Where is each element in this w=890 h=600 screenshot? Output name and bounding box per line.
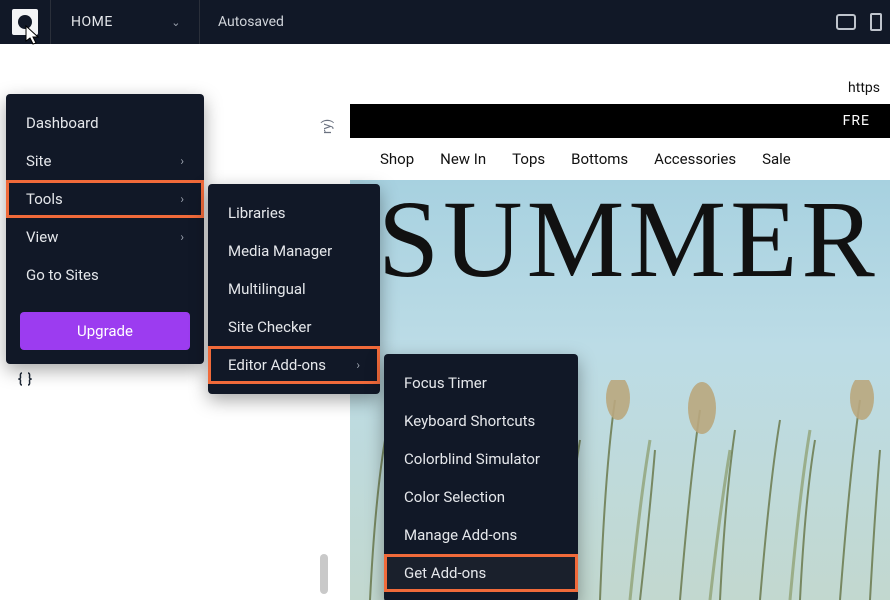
upgrade-label: Upgrade: [77, 322, 133, 340]
addon-focus-timer[interactable]: Focus Timer: [384, 364, 578, 402]
site-nav: Shop New In Tops Bottoms Accessories Sal…: [350, 138, 890, 180]
addon-get-addons-label: Get Add-ons: [404, 564, 486, 582]
nav-accessories[interactable]: Accessories: [654, 150, 736, 168]
addon-manage-addons-label: Manage Add-ons: [404, 526, 517, 544]
page-selector-label: HOME: [71, 14, 113, 30]
desktop-view-icon[interactable]: [836, 14, 856, 30]
submenu-site-checker[interactable]: Site Checker: [208, 308, 380, 346]
code-braces-icon[interactable]: [16, 370, 34, 388]
addon-focus-timer-label: Focus Timer: [404, 374, 487, 392]
chevron-right-icon: ›: [180, 192, 184, 206]
app-logo-button[interactable]: [0, 0, 50, 44]
panel-scrollbar[interactable]: [320, 554, 328, 594]
hero-title: SUMMER: [378, 180, 879, 303]
menu-tools-label: Tools: [26, 190, 63, 208]
mobile-view-icon[interactable]: [870, 13, 882, 31]
announcement-text: FRE: [843, 113, 870, 129]
autosave-status: Autosaved: [200, 14, 302, 30]
editor-main: ry) https FRE Shop New In Tops Bottoms A…: [0, 44, 890, 600]
main-dropdown-menu: Dashboard Site › Tools › View › Go to Si…: [6, 94, 204, 364]
panel-vertical-label: ry): [320, 119, 335, 134]
submenu-editor-addons[interactable]: Editor Add-ons ›: [208, 346, 380, 384]
topbar-right: [836, 13, 890, 31]
menu-view-label: View: [26, 228, 58, 246]
nav-sale[interactable]: Sale: [762, 150, 791, 168]
menu-tools[interactable]: Tools ›: [6, 180, 204, 218]
url-text: https: [848, 80, 880, 96]
app-logo-icon: [12, 9, 38, 35]
nav-tops[interactable]: Tops: [512, 150, 545, 168]
submenu-multilingual[interactable]: Multilingual: [208, 270, 380, 308]
addon-get-addons[interactable]: Get Add-ons: [384, 554, 578, 592]
addon-color-selection[interactable]: Color Selection: [384, 478, 578, 516]
menu-site[interactable]: Site ›: [6, 142, 204, 180]
menu-dashboard-label: Dashboard: [26, 114, 99, 132]
submenu-multilingual-label: Multilingual: [228, 280, 306, 298]
submenu-libraries-label: Libraries: [228, 204, 286, 222]
addon-colorblind-simulator-label: Colorblind Simulator: [404, 450, 540, 468]
page-selector[interactable]: HOME ⌄: [50, 0, 200, 44]
menu-dashboard[interactable]: Dashboard: [6, 104, 204, 142]
editor-topbar: HOME ⌄ Autosaved: [0, 0, 890, 44]
nav-shop[interactable]: Shop: [380, 150, 414, 168]
chevron-right-icon: ›: [356, 358, 360, 372]
tools-submenu: Libraries Media Manager Multilingual Sit…: [208, 184, 380, 394]
chevron-right-icon: ›: [180, 154, 184, 168]
submenu-libraries[interactable]: Libraries: [208, 194, 380, 232]
addon-manage-addons[interactable]: Manage Add-ons: [384, 516, 578, 554]
upgrade-button[interactable]: Upgrade: [20, 312, 190, 350]
submenu-editor-addons-label: Editor Add-ons: [228, 356, 326, 374]
address-bar: https: [350, 76, 890, 104]
menu-go-to-sites[interactable]: Go to Sites: [6, 256, 204, 294]
addon-color-selection-label: Color Selection: [404, 488, 505, 506]
addon-keyboard-shortcuts[interactable]: Keyboard Shortcuts: [384, 402, 578, 440]
addon-keyboard-shortcuts-label: Keyboard Shortcuts: [404, 412, 535, 430]
submenu-media-manager[interactable]: Media Manager: [208, 232, 380, 270]
submenu-media-manager-label: Media Manager: [228, 242, 332, 260]
nav-new-in[interactable]: New In: [440, 150, 486, 168]
menu-go-to-sites-label: Go to Sites: [26, 266, 99, 284]
menu-view[interactable]: View ›: [6, 218, 204, 256]
addon-colorblind-simulator[interactable]: Colorblind Simulator: [384, 440, 578, 478]
chevron-down-icon: ⌄: [171, 16, 181, 29]
submenu-site-checker-label: Site Checker: [228, 318, 311, 336]
site-announcement-bar: FRE: [350, 104, 890, 138]
chevron-right-icon: ›: [180, 230, 184, 244]
nav-bottoms[interactable]: Bottoms: [571, 150, 628, 168]
addons-submenu: Focus Timer Keyboard Shortcuts Colorblin…: [384, 354, 578, 600]
menu-site-label: Site: [26, 152, 51, 170]
